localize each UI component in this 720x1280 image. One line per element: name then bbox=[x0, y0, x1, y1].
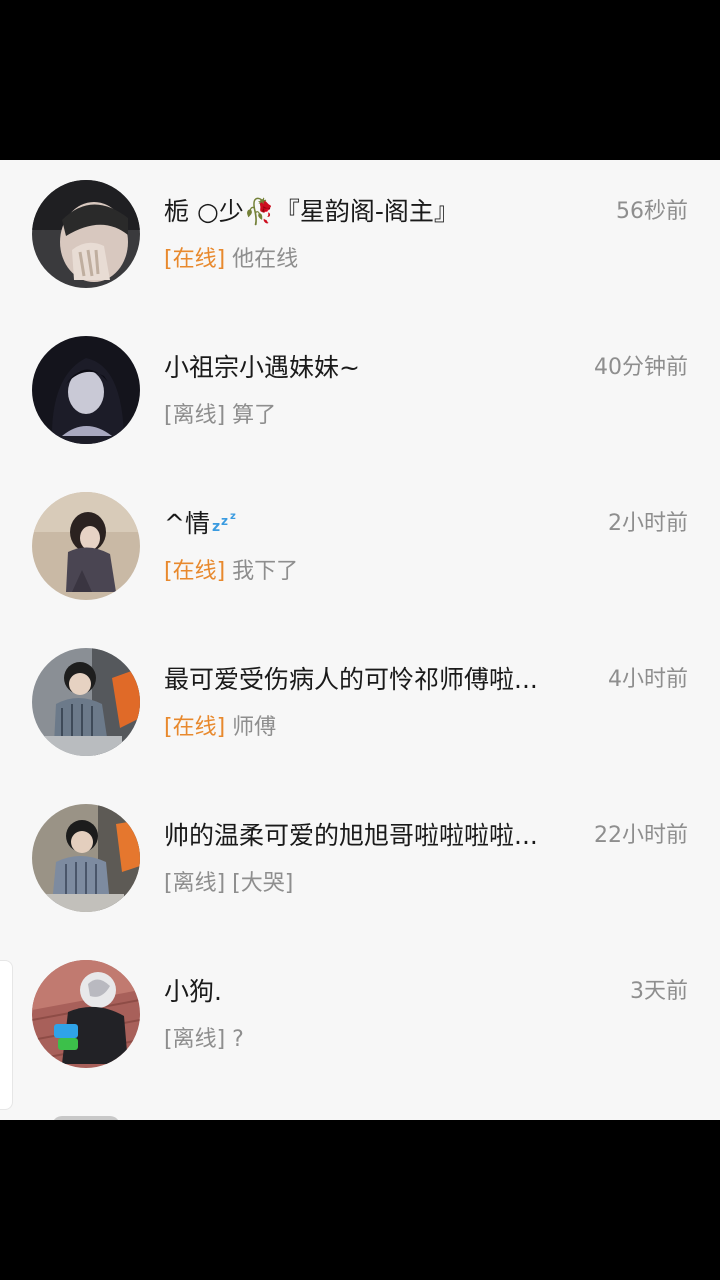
online-status: [在线] bbox=[164, 715, 226, 740]
chat-item[interactable]: 最可爱受伤病人的可怜祁师傅啦... 4小时前 [在线] 师傅 bbox=[0, 628, 720, 784]
contact-name: 栀 ○少🥀『星韵阁-阁主』 bbox=[164, 197, 459, 226]
contact-name: 小祖宗小遇妹妹~ bbox=[164, 353, 360, 382]
message-time: 4小时前 bbox=[608, 667, 688, 692]
avatar[interactable] bbox=[32, 492, 140, 600]
avatar[interactable] bbox=[32, 336, 140, 444]
svg-text:z: z bbox=[230, 511, 236, 522]
last-message: 他在线 bbox=[232, 247, 299, 272]
message-time: 22小时前 bbox=[594, 823, 688, 848]
svg-text:z: z bbox=[221, 514, 228, 528]
chat-item[interactable]: ^情 z z z 2小时前 [在线] 我下了 bbox=[0, 472, 720, 628]
svg-text:z: z bbox=[212, 519, 220, 533]
chat-item[interactable]: 小狗. 3天前 [离线] ? bbox=[0, 940, 720, 1096]
contact-name: 最可爱受伤病人的可怜祁师傅啦... bbox=[164, 665, 538, 694]
online-status: [在线] bbox=[164, 559, 226, 584]
contact-name: 小狗. bbox=[164, 977, 222, 1006]
avatar[interactable] bbox=[32, 960, 140, 1068]
offline-status: [离线] bbox=[164, 403, 226, 428]
avatar[interactable] bbox=[32, 180, 140, 288]
offline-status: [离线] bbox=[164, 871, 226, 896]
avatar[interactable] bbox=[32, 804, 140, 912]
side-drawer-handle[interactable] bbox=[0, 960, 13, 1110]
avatar[interactable] bbox=[32, 648, 140, 756]
message-time: 3天前 bbox=[630, 979, 688, 1004]
message-time: 56秒前 bbox=[616, 199, 688, 224]
chat-item[interactable]: 栀 ○少🥀『星韵阁-阁主』 56秒前 [在线] 他在线 bbox=[0, 160, 720, 316]
last-message: 算了 bbox=[232, 403, 277, 428]
chat-item[interactable]: 帅的温柔可爱的旭旭哥啦啦啦啦... 22小时前 [离线] [大哭] bbox=[0, 784, 720, 940]
online-status: [在线] bbox=[164, 247, 226, 272]
offline-status: [离线] bbox=[164, 1027, 226, 1052]
message-preview: [在线] 我下了 bbox=[164, 556, 298, 588]
message-preview: [在线] 师傅 bbox=[164, 712, 276, 744]
message-time: 40分钟前 bbox=[594, 355, 688, 380]
contact-name: ^情 z z z bbox=[164, 506, 584, 543]
avatar bbox=[52, 1116, 120, 1120]
last-message: [大哭] bbox=[232, 871, 294, 896]
zzz-icon: z z z bbox=[210, 507, 242, 543]
chat-list: 栀 ○少🥀『星韵阁-阁主』 56秒前 [在线] 他在线 小祖宗小遇妹妹~ 40分… bbox=[0, 160, 720, 1120]
message-preview: [离线] ? bbox=[164, 1024, 244, 1056]
last-message: 我下了 bbox=[232, 559, 299, 584]
last-message: ? bbox=[232, 1027, 244, 1052]
message-preview: [离线] 算了 bbox=[164, 400, 276, 432]
chat-item[interactable]: 小祖宗小遇妹妹~ 40分钟前 [离线] 算了 bbox=[0, 316, 720, 472]
message-preview: [离线] [大哭] bbox=[164, 868, 293, 900]
contact-name: 帅的温柔可爱的旭旭哥啦啦啦啦... bbox=[164, 821, 538, 850]
message-preview: [在线] 他在线 bbox=[164, 244, 298, 276]
last-message: 师傅 bbox=[232, 715, 277, 740]
message-time: 2小时前 bbox=[608, 511, 688, 536]
